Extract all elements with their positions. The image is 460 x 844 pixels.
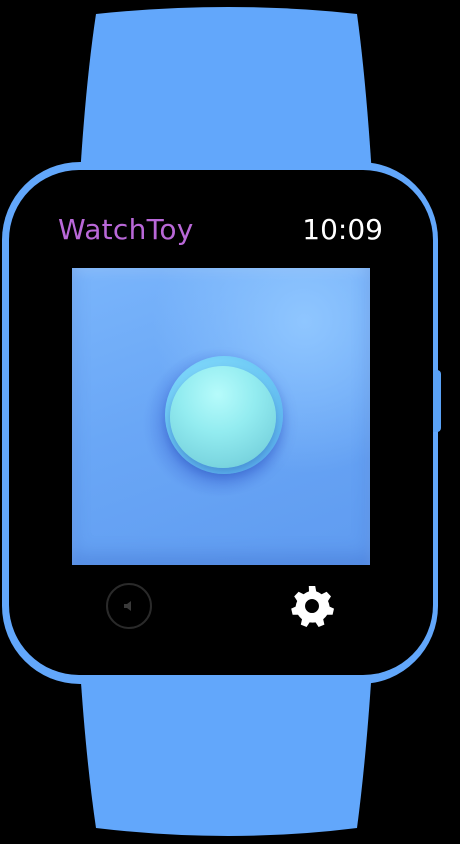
side-button[interactable] (433, 370, 441, 432)
toy-push-button[interactable] (170, 366, 276, 468)
speaker-icon (124, 601, 131, 611)
settings-button[interactable] (288, 584, 336, 632)
gear-icon (291, 586, 334, 627)
app-title: WatchToy (58, 213, 194, 246)
watch-device: WatchToy 10:09 (0, 0, 460, 844)
toy-play-area (72, 268, 370, 565)
sound-toggle-button[interactable] (106, 583, 152, 629)
clock-time: 10:09 (302, 213, 383, 246)
